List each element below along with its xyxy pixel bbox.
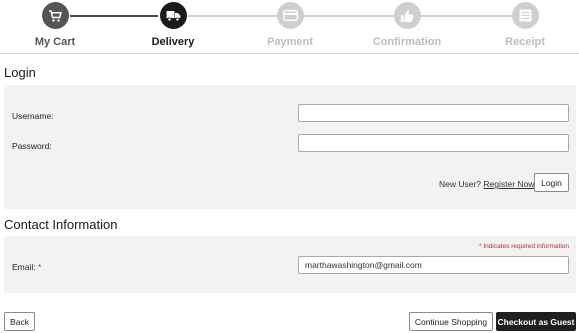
login-button[interactable]: Login bbox=[534, 173, 569, 192]
password-label: Password: bbox=[12, 141, 52, 151]
thumbs-up-icon bbox=[393, 2, 421, 29]
checkout-as-guest-button[interactable]: Checkout as Guest bbox=[496, 312, 576, 331]
step-label: My Cart bbox=[34, 36, 76, 48]
step-delivery[interactable]: Delivery bbox=[133, 2, 213, 48]
back-button[interactable]: Back bbox=[4, 312, 35, 331]
truck-icon bbox=[159, 2, 187, 29]
step-label: Receipt bbox=[505, 36, 545, 48]
login-panel: Username: Password: New User? Register N… bbox=[4, 85, 576, 209]
checkout-progress-stepper: My Cart Delivery Payment Confirmation Re… bbox=[0, 0, 579, 54]
step-label: Delivery bbox=[151, 36, 195, 48]
new-user-prompt: New User? Register Now bbox=[439, 179, 534, 189]
login-section-title: Login bbox=[4, 65, 36, 80]
email-input[interactable] bbox=[298, 256, 569, 274]
step-connector-pending bbox=[188, 15, 513, 17]
contact-section-title: Contact Information bbox=[4, 217, 118, 232]
step-label: Payment bbox=[267, 36, 313, 48]
continue-shopping-button[interactable]: Continue Shopping bbox=[409, 312, 493, 331]
register-now-link[interactable]: Register Now bbox=[483, 179, 534, 189]
credit-card-icon bbox=[276, 2, 304, 29]
step-label: Confirmation bbox=[372, 36, 442, 48]
username-input[interactable] bbox=[298, 104, 569, 122]
receipt-list-icon bbox=[511, 2, 539, 29]
cart-icon bbox=[41, 2, 69, 29]
email-label: Email: * bbox=[12, 262, 41, 272]
username-label: Username: bbox=[12, 111, 54, 121]
new-user-text: New User? bbox=[439, 179, 482, 189]
password-input[interactable] bbox=[298, 134, 569, 152]
required-info-note: * Indicates required information bbox=[479, 243, 569, 250]
step-payment: Payment bbox=[250, 2, 330, 48]
step-confirmation: Confirmation bbox=[367, 2, 447, 48]
email-label-text: Email: bbox=[12, 262, 36, 272]
required-marker: * bbox=[38, 262, 42, 272]
step-receipt: Receipt bbox=[485, 2, 565, 48]
contact-panel: * Indicates required information Email: … bbox=[4, 236, 576, 293]
step-my-cart[interactable]: My Cart bbox=[15, 2, 95, 48]
